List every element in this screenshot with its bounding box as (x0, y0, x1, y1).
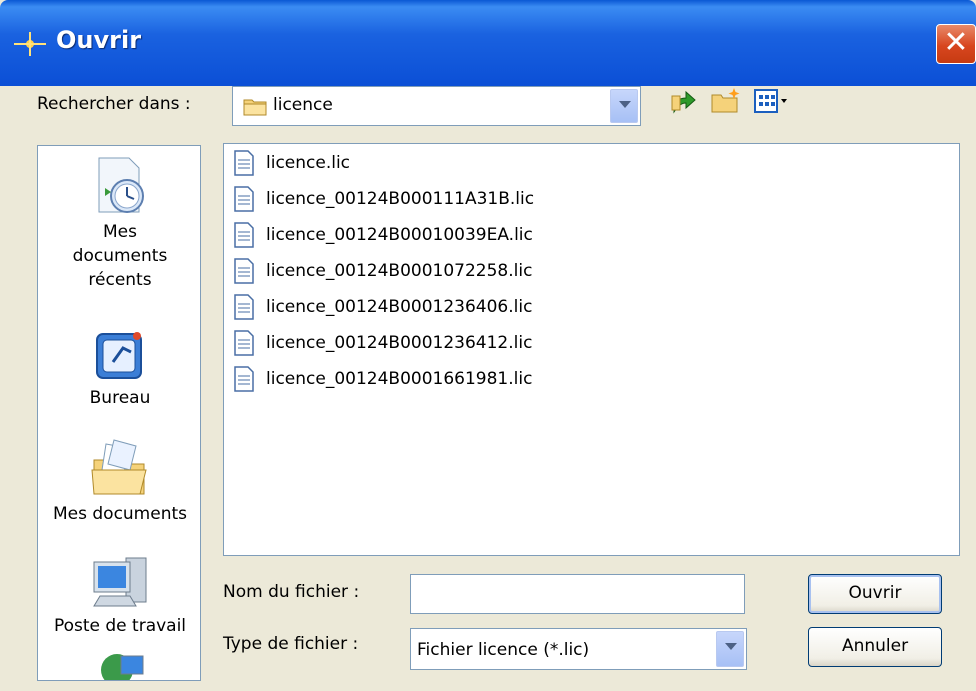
file-name: licence_00124B0001661981.lic (266, 369, 533, 389)
view-menu-icon[interactable] (753, 88, 789, 114)
file-item[interactable]: licence_00124B0001236412.lic (232, 327, 532, 359)
filetype-value: Fichier licence (*.lic) (417, 640, 590, 660)
close-button[interactable]: ✕ (936, 24, 976, 64)
dialog-title: Ouvrir (56, 26, 142, 54)
file-name: licence_00124B0001236406.lic (266, 297, 533, 317)
cancel-button[interactable]: Annuler (808, 627, 942, 667)
file-item[interactable]: licence_00124B0001661981.lic (232, 363, 532, 395)
close-icon: ✕ (943, 25, 969, 60)
file-item[interactable]: licence_00124B00010039EA.lic (232, 219, 533, 251)
file-item[interactable]: licence.lic (232, 147, 350, 179)
filetype-label: Type de fichier : (223, 634, 359, 654)
lookin-combo[interactable]: licence (232, 86, 641, 126)
places-bar: Mes documents récents Bureau Mes documen… (37, 145, 201, 681)
open-dialog: Ouvrir ✕ Rechercher dans : licence Mes d… (0, 0, 976, 691)
app-icon (14, 32, 46, 56)
filename-label: Nom du fichier : (223, 582, 360, 602)
file-item[interactable]: licence_00124B0001072258.lic (232, 255, 532, 287)
place-my-documents[interactable]: Mes documents (38, 436, 200, 526)
place-label: Bureau (89, 388, 151, 408)
file-name: licence_00124B0001072258.lic (266, 261, 533, 281)
file-name: licence_00124B0001236412.lic (266, 333, 533, 353)
place-network[interactable] (38, 646, 200, 680)
back-up-folder-icon[interactable] (668, 86, 698, 116)
my-documents-icon (91, 439, 147, 495)
file-name: licence_00124B000111A31B.lic (266, 189, 535, 209)
text-file-icon (234, 150, 254, 176)
cancel-button-label: Annuler (841, 636, 909, 656)
file-item[interactable]: licence_00124B0001236406.lic (232, 291, 532, 323)
text-file-icon (234, 222, 254, 248)
file-item[interactable]: licence_00124B000111A31B.lic (232, 183, 534, 215)
filename-input[interactable] (410, 574, 745, 614)
filetype-dropdown-button[interactable] (716, 631, 744, 667)
filetype-combo[interactable]: Fichier licence (*.lic) (410, 628, 747, 670)
lookin-value: licence (273, 95, 333, 115)
network-places-icon (101, 654, 144, 680)
open-button[interactable]: Ouvrir (808, 574, 942, 614)
new-folder-icon[interactable] (710, 86, 742, 116)
text-file-icon (234, 258, 254, 284)
file-name: licence.lic (266, 153, 351, 173)
place-label: Poste de travail (53, 616, 187, 636)
file-name: licence_00124B00010039EA.lic (266, 225, 533, 245)
place-my-computer[interactable]: Poste de travail (38, 550, 200, 638)
text-file-icon (234, 294, 254, 320)
folder-icon (243, 99, 267, 116)
file-list[interactable]: licence.lic licence_00124B000111A31B.licl… (223, 143, 960, 556)
my-computer-icon (93, 557, 147, 607)
place-desktop[interactable]: Bureau (38, 326, 200, 410)
open-button-label: Ouvrir (848, 583, 902, 603)
recent-documents-icon (98, 157, 144, 213)
text-file-icon (234, 330, 254, 356)
place-recent-documents[interactable]: Mes documents récents (38, 154, 200, 292)
text-file-icon (234, 366, 254, 392)
lookin-label: Rechercher dans : (37, 94, 191, 114)
title-bar[interactable]: Ouvrir ✕ (0, 0, 976, 86)
place-label: Mes documents récents (72, 222, 168, 290)
place-label: Mes documents (52, 504, 188, 524)
text-file-icon (234, 186, 254, 212)
desktop-icon (96, 332, 142, 379)
lookin-dropdown-button[interactable] (610, 89, 638, 123)
